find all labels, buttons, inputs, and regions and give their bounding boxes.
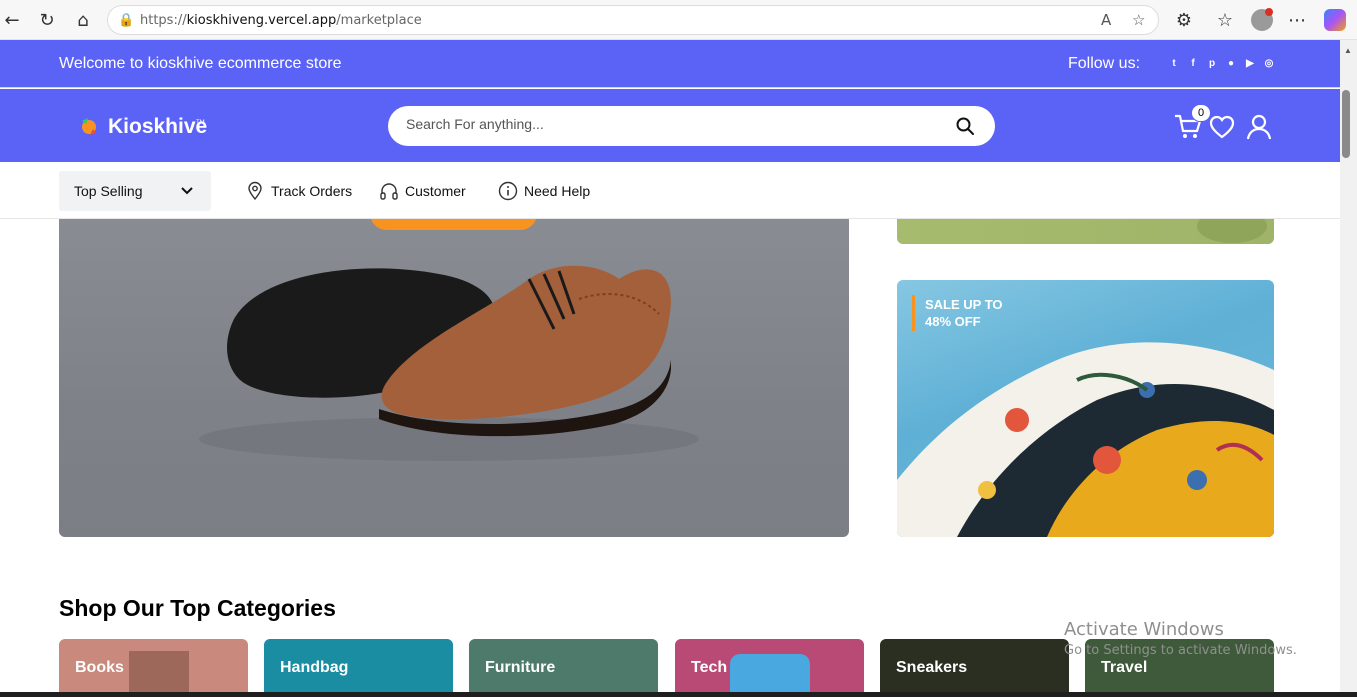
category-label: Handbag bbox=[280, 659, 349, 676]
category-label: Furniture bbox=[485, 659, 556, 676]
more-menu-icon[interactable]: ⋯ bbox=[1285, 8, 1309, 32]
instagram-icon[interactable]: ◎ bbox=[1263, 57, 1275, 69]
account-user-icon[interactable] bbox=[1245, 113, 1273, 141]
activation-watermark-subtitle: Go to Settings to activate Windows. bbox=[1064, 643, 1297, 658]
notification-dot bbox=[1265, 8, 1273, 16]
favorite-star-icon[interactable]: ☆ bbox=[1132, 11, 1145, 29]
youtube-icon[interactable]: ▶ bbox=[1244, 57, 1256, 69]
refresh-icon[interactable]: ↻ bbox=[35, 8, 59, 32]
nav-label: Need Help bbox=[524, 183, 591, 199]
lock-icon: 🔒 bbox=[118, 12, 135, 27]
category-image bbox=[129, 651, 189, 697]
scroll-up-arrow-icon[interactable]: ▲ bbox=[1344, 46, 1352, 55]
facebook-icon[interactable]: f bbox=[1187, 57, 1199, 69]
logo-text[interactable]: Kioskhive bbox=[108, 115, 207, 139]
favorites-icon[interactable]: ☆ bbox=[1213, 8, 1237, 32]
category-label: Travel bbox=[1101, 659, 1148, 676]
nav-track-orders[interactable]: Track Orders bbox=[245, 181, 352, 201]
site-header: Kioskhive TM 0 bbox=[0, 89, 1340, 162]
promo-banner-sale[interactable]: SALE UP TO 48% OFF bbox=[897, 280, 1274, 537]
top-selling-dropdown[interactable]: Top Selling bbox=[59, 171, 211, 211]
info-icon bbox=[498, 181, 518, 201]
shoe-product-image bbox=[199, 265, 699, 461]
nav-customer[interactable]: Customer bbox=[379, 181, 466, 201]
headphones-icon bbox=[380, 183, 398, 200]
scroll-thumb[interactable] bbox=[1342, 90, 1350, 158]
chevron-down-icon bbox=[181, 187, 193, 195]
announcement-bar: Welcome to kioskhive ecommerce store Fol… bbox=[0, 40, 1340, 88]
category-card-furniture[interactable]: Furniture bbox=[469, 639, 658, 697]
taskbar-edge bbox=[0, 692, 1357, 697]
nav-label: Track Orders bbox=[271, 183, 353, 199]
promo-banner-green[interactable] bbox=[897, 219, 1274, 244]
dropdown-label: Top Selling bbox=[74, 183, 143, 199]
category-card-tech[interactable]: Tech bbox=[675, 639, 864, 697]
twitter-icon[interactable]: t bbox=[1168, 57, 1180, 69]
secondary-nav: Top Selling Track Orders Customer Need H… bbox=[0, 162, 1340, 219]
kioskhive-logo-icon[interactable] bbox=[78, 115, 100, 137]
welcome-text: Welcome to kioskhive ecommerce store bbox=[59, 55, 342, 72]
sale-line-1: SALE UP TO bbox=[925, 297, 1003, 312]
promo-decor bbox=[1197, 219, 1267, 243]
read-aloud-icon[interactable]: A bbox=[1101, 11, 1111, 29]
url-text: https://kioskhiveng.vercel.app/marketpla… bbox=[140, 13, 422, 28]
section-title: Shop Our Top Categories bbox=[59, 595, 336, 621]
address-bar[interactable]: 🔒 https://kioskhiveng.vercel.app/marketp… bbox=[107, 5, 1159, 35]
sale-accent-bar bbox=[912, 295, 915, 331]
sale-text: SALE UP TO 48% OFF bbox=[925, 296, 1003, 330]
back-icon[interactable]: ← bbox=[0, 8, 24, 32]
category-label: Tech bbox=[691, 659, 728, 676]
extensions-icon[interactable]: ⚙ bbox=[1172, 8, 1196, 32]
nav-need-help[interactable]: Need Help bbox=[498, 181, 590, 201]
logo-trademark: TM bbox=[196, 120, 205, 126]
pinterest-icon[interactable]: p bbox=[1206, 57, 1218, 69]
search-bar bbox=[388, 106, 995, 146]
browser-toolbar: ← ↻ ⌂ 🔒 https://kioskhiveng.vercel.app/m… bbox=[0, 0, 1357, 40]
activation-watermark-title: Activate Windows bbox=[1064, 619, 1224, 640]
category-card-handbag[interactable]: Handbag bbox=[264, 639, 453, 697]
home-icon[interactable]: ⌂ bbox=[71, 8, 95, 32]
copilot-icon[interactable] bbox=[1324, 9, 1346, 31]
category-label: Sneakers bbox=[896, 659, 968, 676]
wishlist-heart-icon[interactable] bbox=[1208, 114, 1236, 140]
social-links: t f p ● ▶ ◎ bbox=[1168, 57, 1275, 69]
web-page: Welcome to kioskhive ecommerce store Fol… bbox=[0, 40, 1340, 697]
search-input[interactable] bbox=[406, 116, 926, 132]
sale-line-2: 48% OFF bbox=[925, 314, 981, 329]
nav-label: Customer bbox=[405, 183, 466, 199]
category-label: Books bbox=[75, 659, 124, 676]
reddit-icon[interactable]: ● bbox=[1225, 57, 1237, 69]
category-card-books[interactable]: Books bbox=[59, 639, 248, 697]
hero-banner[interactable] bbox=[59, 219, 849, 537]
search-icon[interactable] bbox=[955, 116, 975, 136]
category-image bbox=[730, 654, 810, 697]
follow-label: Follow us: bbox=[1068, 55, 1141, 72]
category-card-sneakers[interactable]: Sneakers bbox=[880, 639, 1069, 697]
location-pin-icon bbox=[248, 181, 262, 201]
